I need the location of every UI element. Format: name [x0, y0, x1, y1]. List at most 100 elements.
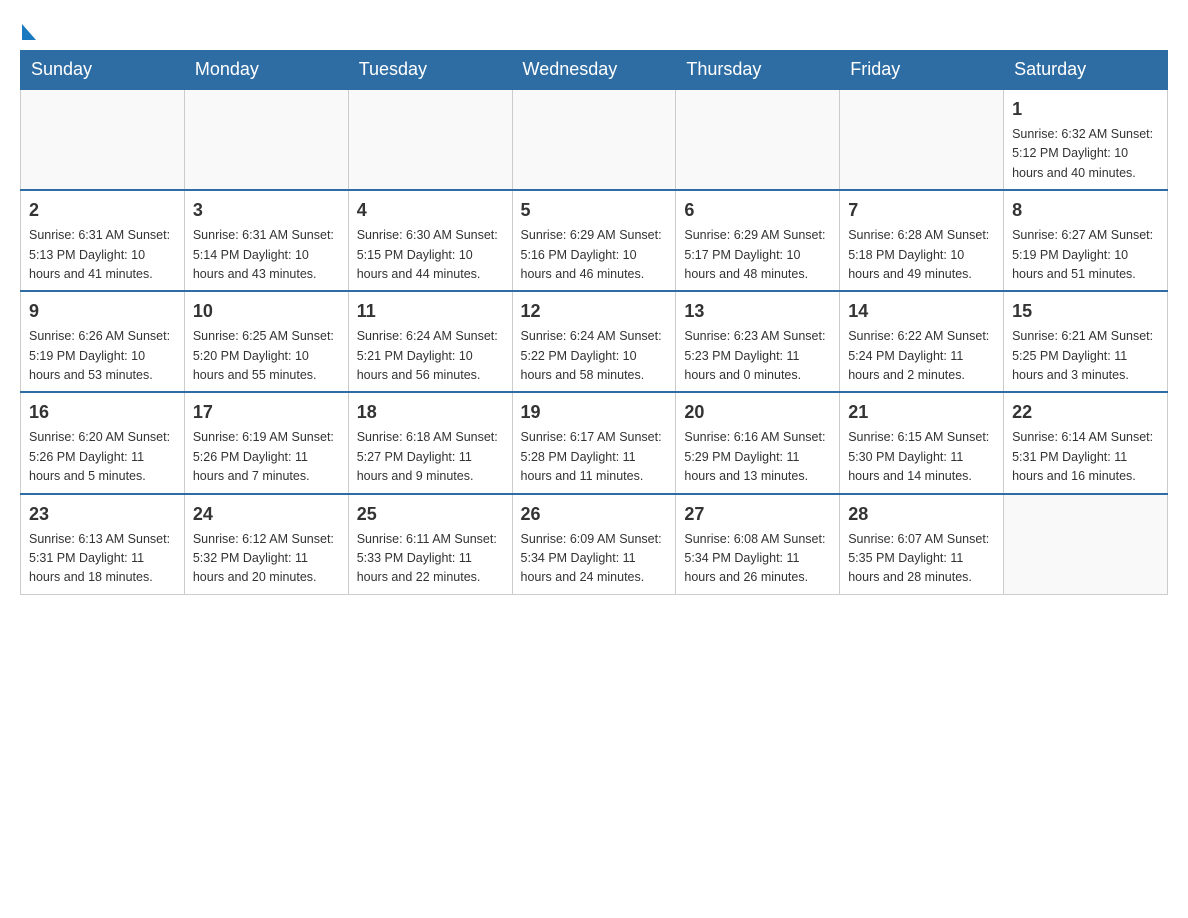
- calendar-cell: 21Sunrise: 6:15 AM Sunset: 5:30 PM Dayli…: [840, 392, 1004, 493]
- day-info: Sunrise: 6:12 AM Sunset: 5:32 PM Dayligh…: [193, 530, 340, 588]
- calendar-cell: 9Sunrise: 6:26 AM Sunset: 5:19 PM Daylig…: [21, 291, 185, 392]
- calendar-cell: 28Sunrise: 6:07 AM Sunset: 5:35 PM Dayli…: [840, 494, 1004, 595]
- day-info: Sunrise: 6:27 AM Sunset: 5:19 PM Dayligh…: [1012, 226, 1159, 284]
- day-info: Sunrise: 6:25 AM Sunset: 5:20 PM Dayligh…: [193, 327, 340, 385]
- day-number: 15: [1012, 298, 1159, 325]
- calendar-cell: 16Sunrise: 6:20 AM Sunset: 5:26 PM Dayli…: [21, 392, 185, 493]
- calendar-cell: 25Sunrise: 6:11 AM Sunset: 5:33 PM Dayli…: [348, 494, 512, 595]
- day-number: 17: [193, 399, 340, 426]
- day-info: Sunrise: 6:28 AM Sunset: 5:18 PM Dayligh…: [848, 226, 995, 284]
- calendar-cell: 7Sunrise: 6:28 AM Sunset: 5:18 PM Daylig…: [840, 190, 1004, 291]
- calendar-cell: [1004, 494, 1168, 595]
- day-number: 19: [521, 399, 668, 426]
- day-info: Sunrise: 6:24 AM Sunset: 5:21 PM Dayligh…: [357, 327, 504, 385]
- day-info: Sunrise: 6:31 AM Sunset: 5:14 PM Dayligh…: [193, 226, 340, 284]
- day-info: Sunrise: 6:19 AM Sunset: 5:26 PM Dayligh…: [193, 428, 340, 486]
- day-info: Sunrise: 6:07 AM Sunset: 5:35 PM Dayligh…: [848, 530, 995, 588]
- day-number: 4: [357, 197, 504, 224]
- weekday-header-wednesday: Wednesday: [512, 51, 676, 90]
- calendar-cell: 8Sunrise: 6:27 AM Sunset: 5:19 PM Daylig…: [1004, 190, 1168, 291]
- day-number: 12: [521, 298, 668, 325]
- day-info: Sunrise: 6:26 AM Sunset: 5:19 PM Dayligh…: [29, 327, 176, 385]
- logo-triangle-icon: [22, 24, 36, 40]
- week-row-3: 9Sunrise: 6:26 AM Sunset: 5:19 PM Daylig…: [21, 291, 1168, 392]
- calendar-cell: 20Sunrise: 6:16 AM Sunset: 5:29 PM Dayli…: [676, 392, 840, 493]
- day-number: 1: [1012, 96, 1159, 123]
- day-number: 26: [521, 501, 668, 528]
- calendar-cell: 17Sunrise: 6:19 AM Sunset: 5:26 PM Dayli…: [184, 392, 348, 493]
- day-info: Sunrise: 6:23 AM Sunset: 5:23 PM Dayligh…: [684, 327, 831, 385]
- calendar-cell: 14Sunrise: 6:22 AM Sunset: 5:24 PM Dayli…: [840, 291, 1004, 392]
- day-number: 27: [684, 501, 831, 528]
- day-info: Sunrise: 6:22 AM Sunset: 5:24 PM Dayligh…: [848, 327, 995, 385]
- day-info: Sunrise: 6:17 AM Sunset: 5:28 PM Dayligh…: [521, 428, 668, 486]
- calendar-cell: 26Sunrise: 6:09 AM Sunset: 5:34 PM Dayli…: [512, 494, 676, 595]
- day-number: 3: [193, 197, 340, 224]
- calendar-cell: 6Sunrise: 6:29 AM Sunset: 5:17 PM Daylig…: [676, 190, 840, 291]
- day-number: 8: [1012, 197, 1159, 224]
- week-row-4: 16Sunrise: 6:20 AM Sunset: 5:26 PM Dayli…: [21, 392, 1168, 493]
- calendar-cell: 1Sunrise: 6:32 AM Sunset: 5:12 PM Daylig…: [1004, 89, 1168, 190]
- day-number: 5: [521, 197, 668, 224]
- weekday-header-sunday: Sunday: [21, 51, 185, 90]
- day-info: Sunrise: 6:18 AM Sunset: 5:27 PM Dayligh…: [357, 428, 504, 486]
- day-info: Sunrise: 6:32 AM Sunset: 5:12 PM Dayligh…: [1012, 125, 1159, 183]
- weekday-header-tuesday: Tuesday: [348, 51, 512, 90]
- day-number: 16: [29, 399, 176, 426]
- day-number: 13: [684, 298, 831, 325]
- calendar-cell: 2Sunrise: 6:31 AM Sunset: 5:13 PM Daylig…: [21, 190, 185, 291]
- day-number: 21: [848, 399, 995, 426]
- calendar-cell: 24Sunrise: 6:12 AM Sunset: 5:32 PM Dayli…: [184, 494, 348, 595]
- weekday-header-friday: Friday: [840, 51, 1004, 90]
- day-number: 11: [357, 298, 504, 325]
- weekday-header-monday: Monday: [184, 51, 348, 90]
- day-number: 28: [848, 501, 995, 528]
- day-number: 9: [29, 298, 176, 325]
- weekday-header-saturday: Saturday: [1004, 51, 1168, 90]
- calendar-cell: 22Sunrise: 6:14 AM Sunset: 5:31 PM Dayli…: [1004, 392, 1168, 493]
- calendar-table: SundayMondayTuesdayWednesdayThursdayFrid…: [20, 50, 1168, 595]
- day-number: 23: [29, 501, 176, 528]
- day-number: 24: [193, 501, 340, 528]
- day-info: Sunrise: 6:14 AM Sunset: 5:31 PM Dayligh…: [1012, 428, 1159, 486]
- day-info: Sunrise: 6:20 AM Sunset: 5:26 PM Dayligh…: [29, 428, 176, 486]
- day-number: 2: [29, 197, 176, 224]
- calendar-cell: 3Sunrise: 6:31 AM Sunset: 5:14 PM Daylig…: [184, 190, 348, 291]
- calendar-cell: [840, 89, 1004, 190]
- calendar-cell: 12Sunrise: 6:24 AM Sunset: 5:22 PM Dayli…: [512, 291, 676, 392]
- day-info: Sunrise: 6:15 AM Sunset: 5:30 PM Dayligh…: [848, 428, 995, 486]
- calendar-cell: 11Sunrise: 6:24 AM Sunset: 5:21 PM Dayli…: [348, 291, 512, 392]
- calendar-cell: 27Sunrise: 6:08 AM Sunset: 5:34 PM Dayli…: [676, 494, 840, 595]
- day-number: 7: [848, 197, 995, 224]
- day-info: Sunrise: 6:08 AM Sunset: 5:34 PM Dayligh…: [684, 530, 831, 588]
- week-row-2: 2Sunrise: 6:31 AM Sunset: 5:13 PM Daylig…: [21, 190, 1168, 291]
- calendar-cell: [21, 89, 185, 190]
- calendar-cell: [348, 89, 512, 190]
- day-info: Sunrise: 6:30 AM Sunset: 5:15 PM Dayligh…: [357, 226, 504, 284]
- week-row-5: 23Sunrise: 6:13 AM Sunset: 5:31 PM Dayli…: [21, 494, 1168, 595]
- day-info: Sunrise: 6:29 AM Sunset: 5:17 PM Dayligh…: [684, 226, 831, 284]
- page-header: [20, 20, 1168, 40]
- calendar-cell: 13Sunrise: 6:23 AM Sunset: 5:23 PM Dayli…: [676, 291, 840, 392]
- calendar-cell: [512, 89, 676, 190]
- day-info: Sunrise: 6:31 AM Sunset: 5:13 PM Dayligh…: [29, 226, 176, 284]
- day-number: 25: [357, 501, 504, 528]
- calendar-cell: 18Sunrise: 6:18 AM Sunset: 5:27 PM Dayli…: [348, 392, 512, 493]
- day-number: 14: [848, 298, 995, 325]
- logo: [20, 20, 36, 40]
- day-info: Sunrise: 6:16 AM Sunset: 5:29 PM Dayligh…: [684, 428, 831, 486]
- day-info: Sunrise: 6:24 AM Sunset: 5:22 PM Dayligh…: [521, 327, 668, 385]
- day-number: 22: [1012, 399, 1159, 426]
- day-number: 18: [357, 399, 504, 426]
- calendar-cell: 10Sunrise: 6:25 AM Sunset: 5:20 PM Dayli…: [184, 291, 348, 392]
- day-info: Sunrise: 6:13 AM Sunset: 5:31 PM Dayligh…: [29, 530, 176, 588]
- calendar-cell: [184, 89, 348, 190]
- calendar-cell: 5Sunrise: 6:29 AM Sunset: 5:16 PM Daylig…: [512, 190, 676, 291]
- week-row-1: 1Sunrise: 6:32 AM Sunset: 5:12 PM Daylig…: [21, 89, 1168, 190]
- day-number: 10: [193, 298, 340, 325]
- day-number: 20: [684, 399, 831, 426]
- weekday-header-thursday: Thursday: [676, 51, 840, 90]
- calendar-cell: 19Sunrise: 6:17 AM Sunset: 5:28 PM Dayli…: [512, 392, 676, 493]
- weekday-header-row: SundayMondayTuesdayWednesdayThursdayFrid…: [21, 51, 1168, 90]
- day-info: Sunrise: 6:21 AM Sunset: 5:25 PM Dayligh…: [1012, 327, 1159, 385]
